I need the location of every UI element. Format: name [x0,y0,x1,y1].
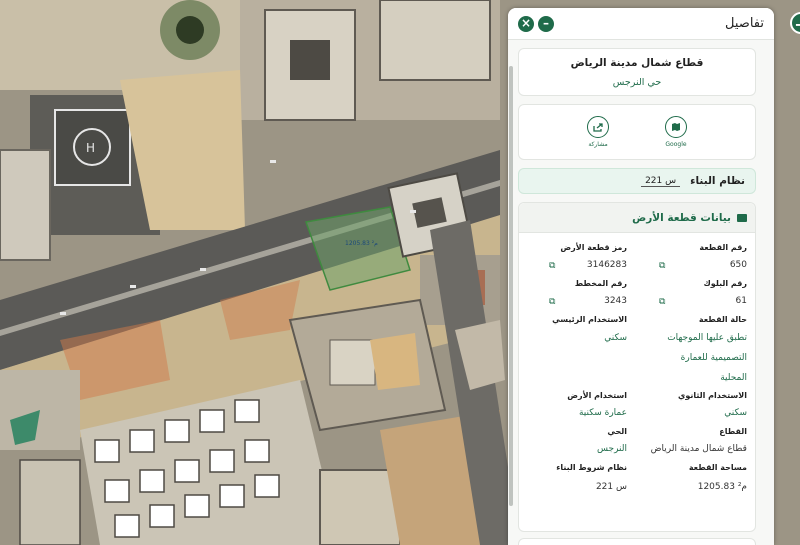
panel-body: قطاع شمال مدينة الرياض حي النرجس Google … [508,40,766,545]
land-data-title: بيانات قطعة الأرض [632,211,731,224]
land-use-label: استخدام الأرض [567,391,627,400]
area-label: مساحة القطعة [688,463,747,472]
block-number-value: 61 [735,296,747,306]
secondary-use-label: الاستخدام الثانوي [678,391,747,400]
copy-icon[interactable]: ⧉ [549,262,557,271]
copy-icon[interactable]: ⧉ [549,298,557,307]
land-data-card: بيانات قطعة الأرض رقم القطعة 650 ⧉ رمز ق… [518,202,756,532]
svg-text:H: H [86,141,95,155]
building-system-label: نظام البناء [690,175,745,187]
google-button[interactable]: Google [665,116,687,148]
building-conditions-label: نظام شروط البناء [556,463,627,472]
next-section-card [518,538,756,545]
sector-label: القطاع [719,427,747,436]
parcel-number-value: 650 [729,260,747,270]
building-system-value[interactable]: س 221 [641,176,681,187]
land-data-fields: رقم القطعة 650 ⧉ رمز قطعة الأرض 3146283 … [519,233,755,533]
parcel-status-value: التصميمية للعمارة [680,353,747,363]
primary-use-value: سكني [604,333,627,343]
actions-card: Google مشاركة [518,104,756,160]
sector-name: قطاع شمال مدينة الرياض [570,57,704,69]
map-icon [665,116,687,138]
map-flag-icon [737,213,747,222]
district-label: الحي [607,427,627,436]
minimize-icon[interactable]: – [538,15,554,32]
parcel-area-label: 1205.83 م² [345,240,378,247]
panel-header: تفاصيل – × [508,8,774,40]
panel-title: تفاصيل [725,16,764,31]
land-use-value: عمارة سكنية [578,408,627,418]
close-icon[interactable]: × [518,15,534,32]
share-label: مشاركة [588,141,608,148]
land-data-header: بيانات قطعة الأرض [519,203,755,233]
district-name: حي النرجس [612,77,662,88]
parcel-code-value: 3146283 [586,260,627,270]
plan-number-label: رقم المخطط [574,279,627,288]
building-system-card: نظام البناء س 221 [518,168,756,194]
share-icon [587,116,609,138]
plan-number-value: 3243 [604,296,627,306]
google-label: Google [665,141,687,148]
copy-icon[interactable]: ⧉ [659,262,667,271]
parcel-number-label: رقم القطعة [699,243,747,252]
share-button[interactable]: مشاركة [587,116,609,148]
primary-use-label: الاستخدام الرئيسي [552,315,627,324]
district-value: النرجس [597,444,627,454]
location-card: قطاع شمال مدينة الرياض حي النرجس [518,48,756,96]
secondary-use-value: سكني [724,408,747,418]
area-value: 1205.83 م² [697,482,747,492]
parcel-code-label: رمز قطعة الأرض [560,243,627,252]
block-number-label: رقم البلوك [703,279,747,288]
copy-icon[interactable]: ⧉ [659,298,667,307]
parcel-status-value: تطبق عليها الموجهات [667,333,747,343]
details-panel: تفاصيل – × قطاع شمال مدينة الرياض حي الن… [508,8,774,545]
parcel-status-value: المحلية [720,373,747,383]
parcel-status-label: حالة القطعة [698,315,747,324]
sector-value: قطاع شمال مدينة الرياض [650,444,747,454]
building-conditions-value: س 221 [595,482,627,492]
